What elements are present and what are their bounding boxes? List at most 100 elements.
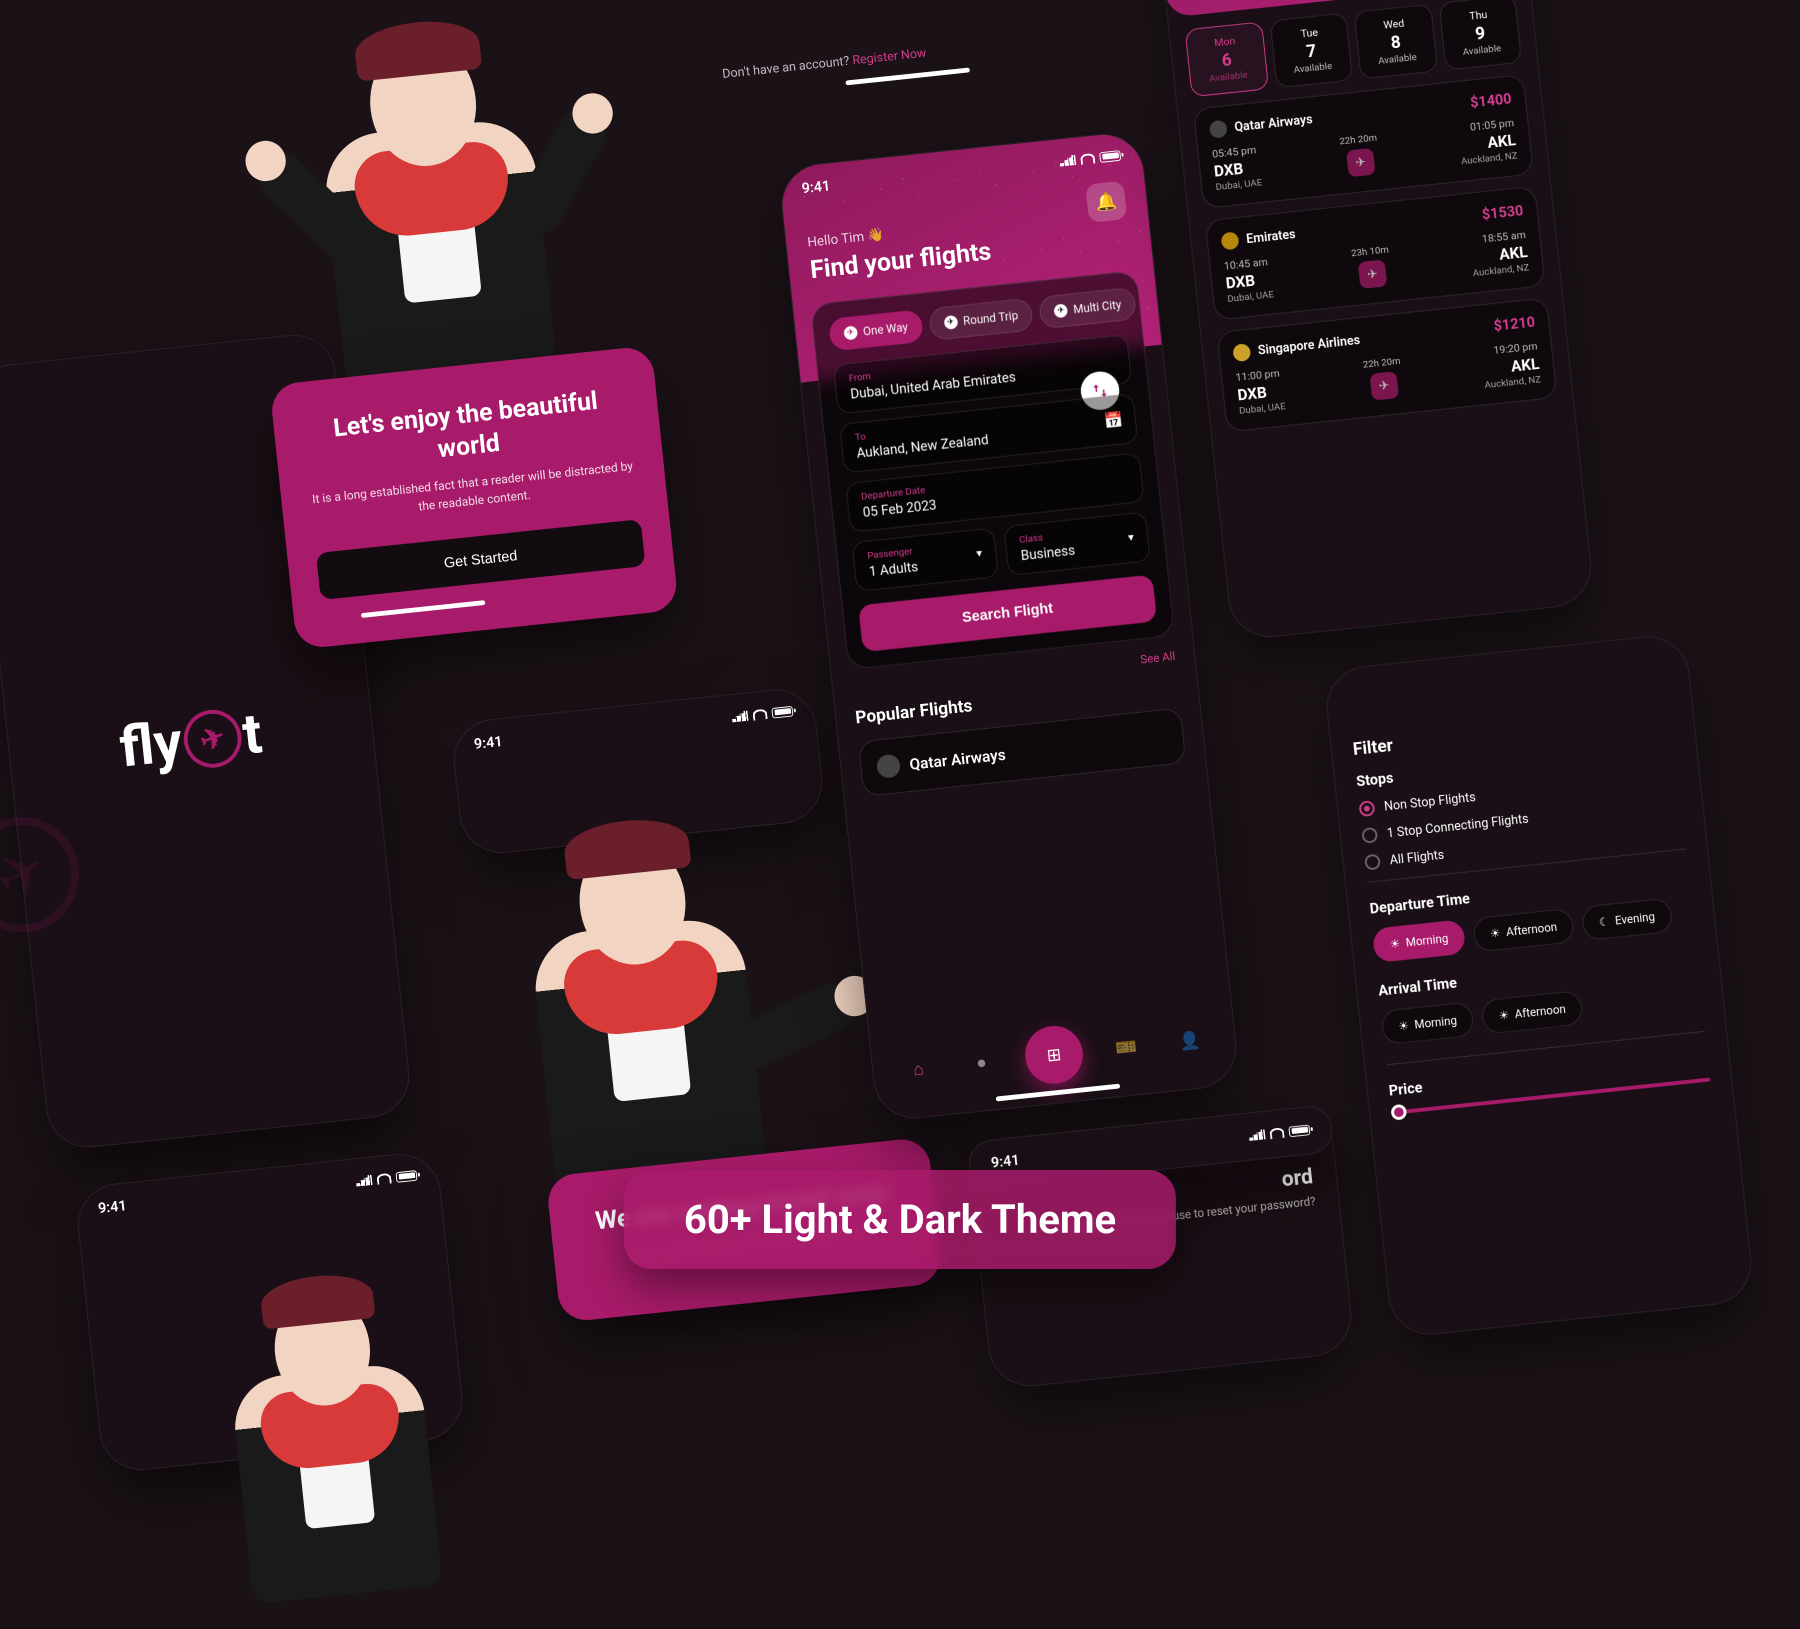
status-time: 9:41 <box>97 1197 127 1217</box>
nav-tickets[interactable]: 🎫 <box>1105 1026 1147 1068</box>
flight-duration: 23h 10m <box>1351 245 1390 259</box>
home-indicator <box>845 68 970 86</box>
signal-icon <box>731 710 748 722</box>
airline-name: Qatar Airways <box>1234 112 1313 135</box>
wifi-icon <box>1080 152 1095 164</box>
status-bar: 9:41 <box>451 686 816 760</box>
date-tab[interactable]: Wed 8 Available <box>1354 4 1438 80</box>
sun-icon: ☀ <box>1398 1019 1410 1033</box>
dep-city: Dubai, UAE <box>1215 178 1262 193</box>
flight-duration: 22h 20m <box>1339 133 1378 147</box>
slider-handle[interactable] <box>1390 1104 1407 1121</box>
battery-icon <box>1099 150 1121 163</box>
radio-label: 1 Stop Connecting Flights <box>1386 811 1529 840</box>
notifications-button[interactable]: 🔔 <box>1085 181 1127 223</box>
search-screen: 9:41 🔔 Hello Tim 👋 Find your flights ✈On… <box>777 130 1240 1123</box>
flight-price: $1400 <box>1469 90 1512 112</box>
dep-city: Dubai, UAE <box>1227 289 1274 304</box>
time-chip-afternoon[interactable]: ☀Afternoon <box>1472 908 1575 953</box>
results-screen: 2h30m AKL Dubai DXB Mon 6 Available Tue … <box>1154 0 1595 641</box>
flight-result-card[interactable]: Emirates $1530 10:45 amDXBDubai, UAE 23h… <box>1205 186 1546 321</box>
passenger-field[interactable]: Passenger 1 Adults ▼ <box>851 527 998 592</box>
radio-label: Non Stop Flights <box>1383 790 1476 814</box>
flight-attendant-illustration <box>470 795 814 1190</box>
airline-logo-icon <box>1209 120 1228 139</box>
chip-label: Morning <box>1405 931 1449 949</box>
dep-code: DXB <box>1213 158 1261 181</box>
nav-profile[interactable]: 👤 <box>1168 1019 1210 1061</box>
time-chip-evening[interactable]: ☾ Evening <box>1581 897 1673 941</box>
time-chip-morning[interactable]: ☀ Morning <box>1380 1001 1474 1045</box>
tab-label: Multi City <box>1073 298 1122 316</box>
battery-icon <box>1288 1124 1310 1137</box>
brand-logo: fly ✈ t <box>117 701 265 781</box>
brand-text-pre: fly <box>117 710 186 781</box>
flight-attendant-illustration <box>261 0 605 392</box>
airline-logo-icon <box>1232 343 1251 362</box>
calendar-icon: 📅 <box>1103 410 1124 430</box>
airplane-icon: ✈ <box>943 315 958 330</box>
flight-price: $1530 <box>1481 202 1524 224</box>
onboarding-card: Let's enjoy the beautiful world It is a … <box>269 345 679 649</box>
airplane-icon: ✈ <box>843 326 858 341</box>
register-link[interactable]: Register Now <box>852 46 927 68</box>
radio-label: All Flights <box>1389 847 1445 867</box>
flight-price: $1210 <box>1493 313 1536 335</box>
airline-name: Emirates <box>1246 227 1297 246</box>
chip-label: Morning <box>1414 1014 1458 1032</box>
airplane-icon: ✈ <box>1054 303 1069 318</box>
tab-one-way[interactable]: ✈ One Way <box>828 309 924 351</box>
nav-scan-center[interactable]: ⊞ <box>1022 1023 1085 1086</box>
nav-home[interactable]: ⌂ <box>897 1048 939 1090</box>
forgot-title-fragment: ord <box>1281 1165 1315 1192</box>
dep-city: Dubai, UAE <box>1239 401 1286 416</box>
register-prompt-row: Don't have an account? Register Now <box>680 42 970 110</box>
status-time: 9:41 <box>473 733 503 753</box>
radio-icon <box>1358 800 1375 817</box>
signal-icon <box>1248 1129 1265 1141</box>
airline-logo-icon <box>1221 231 1240 250</box>
status-time: 9:41 <box>990 1151 1020 1171</box>
chevron-down-icon: ▼ <box>974 548 985 559</box>
home-indicator <box>361 600 486 618</box>
chip-label: Evening <box>1614 910 1655 928</box>
get-started-button[interactable]: Get Started <box>316 519 646 600</box>
signal-icon <box>355 1174 372 1186</box>
class-field[interactable]: Class Business ▼ <box>1003 511 1150 576</box>
radio-icon <box>1361 827 1378 844</box>
time-chip-morning[interactable]: ☀ Morning <box>1372 919 1466 963</box>
flight-attendant-illustration <box>176 1253 485 1608</box>
nav-search[interactable]: ● <box>960 1041 1002 1083</box>
airline-logo-icon <box>876 754 901 779</box>
flight-result-card[interactable]: Singapore Airlines $1210 11:00 pmDXBDuba… <box>1216 297 1557 432</box>
filter-screen: Filter Stops Non Stop Flights 1 Stop Con… <box>1322 632 1755 1338</box>
sun-icon: ☀ <box>1389 936 1401 950</box>
tab-multi-city[interactable]: ✈ Multi City <box>1038 287 1137 330</box>
brand-text-post: t <box>240 701 266 768</box>
plane-icon: ✈ <box>1358 259 1388 289</box>
plane-logo-icon: ✈ <box>175 702 249 776</box>
plane-icon: ✈ <box>1346 148 1376 178</box>
time-chip-afternoon[interactable]: ☀Afternoon <box>1481 990 1584 1035</box>
popular-airline-name: Qatar Airways <box>909 745 1007 773</box>
search-form-card: ✈One Way ✈Round Trip ✈Multi City From Du… <box>810 270 1175 670</box>
sun-icon: ☀ <box>1489 926 1501 940</box>
tab-label: Round Trip <box>962 309 1018 328</box>
dep-code: DXB <box>1225 269 1273 292</box>
date-tab[interactable]: Mon 6 Available <box>1185 21 1269 97</box>
date-tab[interactable]: Thu 9 Available <box>1438 0 1522 71</box>
date-tab[interactable]: Tue 7 Available <box>1269 13 1353 89</box>
tab-label: One Way <box>862 320 908 338</box>
tab-round-trip[interactable]: ✈ Round Trip <box>928 298 1034 341</box>
flight-result-card[interactable]: Qatar Airways $1400 05:45 pmDXBDubai, UA… <box>1193 74 1534 209</box>
moon-icon: ☾ <box>1598 914 1610 928</box>
airline-name: Singapore Airlines <box>1257 333 1361 358</box>
banner-text: 60+ Light & Dark Theme <box>684 1196 1116 1243</box>
radio-icon <box>1364 854 1381 871</box>
flight-duration: 22h 20m <box>1362 356 1401 370</box>
battery-icon <box>771 705 793 718</box>
status-bar: 9:41 <box>75 1151 440 1225</box>
theme-count-banner: 60+ Light & Dark Theme <box>624 1170 1176 1269</box>
battery-icon <box>395 1170 417 1183</box>
bottom-navigation: ⌂ ● ⊞ 🎫 👤 <box>896 1010 1211 1100</box>
